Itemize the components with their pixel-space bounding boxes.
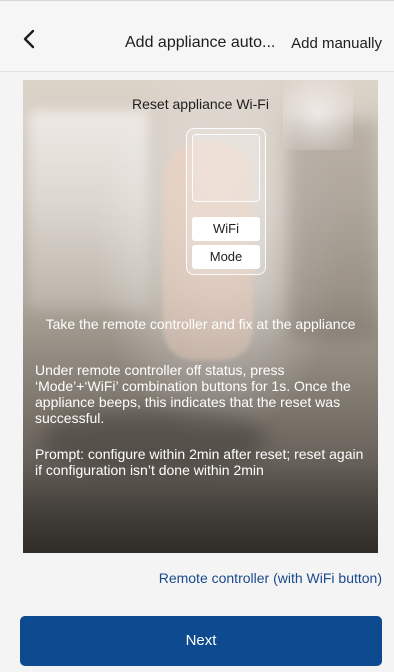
top-bar: Add appliance auto... Add manually (0, 0, 394, 72)
back-button[interactable] (18, 27, 42, 51)
reset-instruction-text: Under remote controller off status, pres… (35, 362, 351, 426)
background-light (283, 80, 353, 150)
chevron-left-icon (23, 29, 35, 49)
illustration-heading: Reset appliance Wi-Fi (132, 96, 269, 112)
remote-controller-illustration: WiFi Mode (186, 128, 266, 275)
background-wall (288, 120, 378, 340)
remote-mode-key: Mode (192, 245, 260, 269)
remote-screen (192, 134, 260, 202)
reset-prompt-text: Prompt: configure within 2min after rese… (35, 446, 364, 478)
add-manually-button[interactable]: Add manually (291, 35, 382, 52)
remote-wifi-key: WiFi (192, 217, 260, 241)
page-title: Add appliance auto... (125, 34, 276, 51)
add-appliance-screen: Add appliance auto... Add manually Reset… (0, 0, 394, 672)
remote-controller-type-link[interactable]: Remote controller (with WiFi button) (159, 570, 382, 586)
next-button[interactable]: Next (20, 616, 382, 666)
background-window (28, 110, 148, 310)
instruction-illustration: Reset appliance Wi-Fi WiFi Mode Take the… (23, 80, 378, 553)
illustration-caption: Take the remote controller and fix at th… (45, 316, 356, 332)
